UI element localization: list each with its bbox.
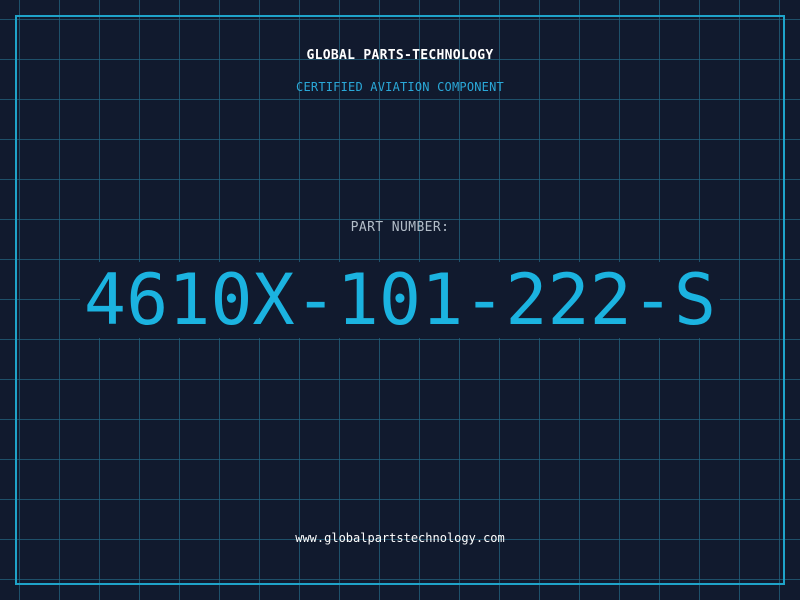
company-name: GLOBAL PARTS-TECHNOLOGY — [306, 48, 494, 63]
part-number-card: { "header": { "company": "GLOBAL PARTS-T… — [0, 0, 800, 600]
website-url: www.globalpartstechnology.com — [295, 531, 505, 545]
part-number-label: PART NUMBER: — [350, 220, 450, 235]
certification-tagline: CERTIFIED AVIATION COMPONENT — [296, 80, 504, 94]
part-number-container: 4610X-101-222-S — [0, 262, 800, 338]
part-number-value: 4610X-101-222-S — [79, 262, 721, 338]
